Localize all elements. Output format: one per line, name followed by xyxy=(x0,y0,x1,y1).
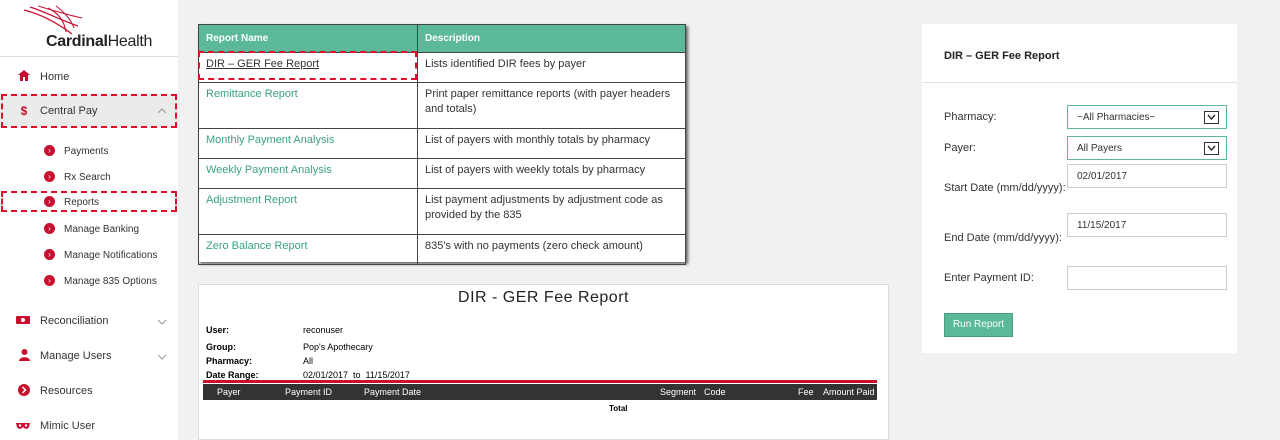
sidebar-subitem-label: Manage Notifications xyxy=(64,250,158,261)
highlight-central-pay xyxy=(1,94,177,128)
meta-range-value: 02/01/2017 to 11/15/2017 xyxy=(303,370,410,380)
sidebar-subitem-rx-search[interactable]: › Rx Search xyxy=(0,171,178,184)
payment-id-label: Enter Payment ID: xyxy=(944,272,1034,284)
sidebar: CardinalHealth Home $ Central Pay › Paym… xyxy=(0,0,178,440)
logo[interactable]: CardinalHealth xyxy=(0,0,178,57)
column-header: Fee xyxy=(798,387,814,397)
report-description: List of payers with weekly totals by pha… xyxy=(417,158,686,189)
table-row: Zero Balance Report 835's with no paymen… xyxy=(198,234,686,265)
sidebar-subitem-manage-banking[interactable]: › Manage Banking xyxy=(0,223,178,236)
mask-icon xyxy=(16,419,30,433)
table-row: Remittance Report Print paper remittance… xyxy=(198,82,686,129)
report-form-panel: DIR – GER Fee Report Pharmacy: ~All Phar… xyxy=(922,24,1237,353)
brand-name: CardinalHealth xyxy=(46,33,152,51)
user-icon xyxy=(17,348,31,364)
meta-group-value: Pop's Apothecary xyxy=(303,342,373,352)
report-link-monthly-payment[interactable]: Monthly Payment Analysis xyxy=(198,128,418,159)
column-header: Payer xyxy=(217,387,241,397)
meta-range-label: Date Range: xyxy=(206,370,259,380)
report-total-label: Total xyxy=(609,404,628,413)
report-link-adjustment[interactable]: Adjustment Report xyxy=(198,188,418,235)
chevron-down-icon xyxy=(157,317,167,328)
highlight-dir-ger-link xyxy=(198,51,417,80)
meta-group-label: Group: xyxy=(206,342,236,352)
sidebar-subitem-label: Rx Search xyxy=(64,172,111,183)
column-header: Payment Date xyxy=(364,387,422,397)
chevron-down-icon xyxy=(157,352,167,363)
sidebar-subitem-label: Manage Banking xyxy=(64,224,140,235)
report-link-remittance[interactable]: Remittance Report xyxy=(198,82,418,129)
report-description: Print paper remittance reports (with pay… xyxy=(417,82,686,129)
sidebar-item-manage-users[interactable]: Manage Users xyxy=(0,348,178,364)
end-date-label: End Date (mm/dd/yyyy): xyxy=(944,232,1062,244)
report-link-zero-balance[interactable]: Zero Balance Report xyxy=(198,234,418,265)
run-report-button[interactable]: Run Report xyxy=(944,313,1013,337)
meta-user-value: reconuser xyxy=(303,325,344,335)
sidebar-item-label: Reconciliation xyxy=(40,315,109,327)
brand-light: Health xyxy=(107,33,153,50)
chevron-circle-icon: › xyxy=(44,145,55,156)
column-header: Payment ID xyxy=(285,387,333,397)
table-header-row: Report Name Description xyxy=(198,24,686,53)
sidebar-subitem-label: Manage 835 Options xyxy=(64,276,157,287)
brand-bold: Cardinal xyxy=(46,33,108,50)
report-description: List payment adjustments by adjustment c… xyxy=(417,188,686,235)
chevron-circle-icon: › xyxy=(44,275,55,286)
sidebar-item-label: Mimic User xyxy=(40,420,95,432)
pharmacy-select-value: ~All Pharmacies~ xyxy=(1077,112,1156,123)
meta-pharmacy-label: Pharmacy: xyxy=(206,356,253,366)
start-date-label: Start Date (mm/dd/yyyy): xyxy=(944,182,1066,194)
chevron-down-icon xyxy=(1204,111,1219,124)
sidebar-subitem-payments[interactable]: › Payments xyxy=(0,145,178,158)
end-date-input[interactable]: 11/15/2017 xyxy=(1067,213,1227,237)
sidebar-subitem-manage-835-options[interactable]: › Manage 835 Options xyxy=(0,275,178,288)
money-icon xyxy=(16,314,30,328)
table-row: Adjustment Report List payment adjustmen… xyxy=(198,188,686,235)
chevron-circle-icon: › xyxy=(44,223,55,234)
sidebar-item-label: Manage Users xyxy=(40,350,112,362)
payer-select[interactable]: All Payers xyxy=(1067,136,1227,160)
chevron-circle-icon: › xyxy=(44,249,55,260)
highlight-reports xyxy=(1,191,177,212)
sidebar-item-home[interactable]: Home xyxy=(0,70,178,84)
sidebar-item-label: Resources xyxy=(40,385,93,397)
report-description: Lists identified DIR fees by payer xyxy=(417,52,686,83)
column-header: Segment xyxy=(660,387,697,397)
sidebar-subitem-manage-notifications[interactable]: › Manage Notifications xyxy=(0,249,178,262)
meta-user-label: User: xyxy=(206,325,230,335)
payment-id-input[interactable] xyxy=(1067,266,1227,290)
sidebar-item-mimic-user[interactable]: Mimic User xyxy=(0,419,178,433)
report-link-weekly-payment[interactable]: Weekly Payment Analysis xyxy=(198,158,418,189)
report-column-header-bar: Payer Payment ID Payment Date Segment Co… xyxy=(203,384,877,400)
sidebar-subitem-label: Payments xyxy=(64,146,109,157)
chevron-circle-icon: › xyxy=(44,171,55,182)
report-divider xyxy=(203,380,877,383)
payer-label: Payer: xyxy=(944,142,976,154)
chevron-down-icon xyxy=(1204,142,1219,155)
divider xyxy=(922,82,1237,83)
report-title: DIR - GER Fee Report xyxy=(458,289,629,306)
home-icon xyxy=(17,70,31,84)
arrow-circle-icon xyxy=(17,383,31,399)
report-description: List of payers with monthly totals by ph… xyxy=(417,128,686,159)
meta-pharmacy-value: All xyxy=(303,356,314,366)
column-header: Description xyxy=(417,24,686,53)
start-date-input[interactable]: 02/01/2017 xyxy=(1067,164,1227,188)
report-preview: DIR - GER Fee Report User: reconuser Gro… xyxy=(198,284,889,440)
table-row: Weekly Payment Analysis List of payers w… xyxy=(198,158,686,189)
sidebar-item-resources[interactable]: Resources xyxy=(0,383,178,399)
column-header: Amount Paid xyxy=(823,387,875,397)
column-header: Report Name xyxy=(198,24,418,53)
pharmacy-select[interactable]: ~All Pharmacies~ xyxy=(1067,105,1227,129)
payer-select-value: All Payers xyxy=(1077,143,1123,154)
sidebar-item-label: Home xyxy=(40,71,70,83)
column-header: Code xyxy=(704,387,726,397)
report-description: 835's with no payments (zero check amoun… xyxy=(417,234,686,265)
sidebar-item-reconciliation[interactable]: Reconciliation xyxy=(0,314,178,328)
table-row: Monthly Payment Analysis List of payers … xyxy=(198,128,686,159)
pharmacy-label: Pharmacy: xyxy=(944,111,997,123)
panel-title: DIR – GER Fee Report xyxy=(944,50,1060,62)
